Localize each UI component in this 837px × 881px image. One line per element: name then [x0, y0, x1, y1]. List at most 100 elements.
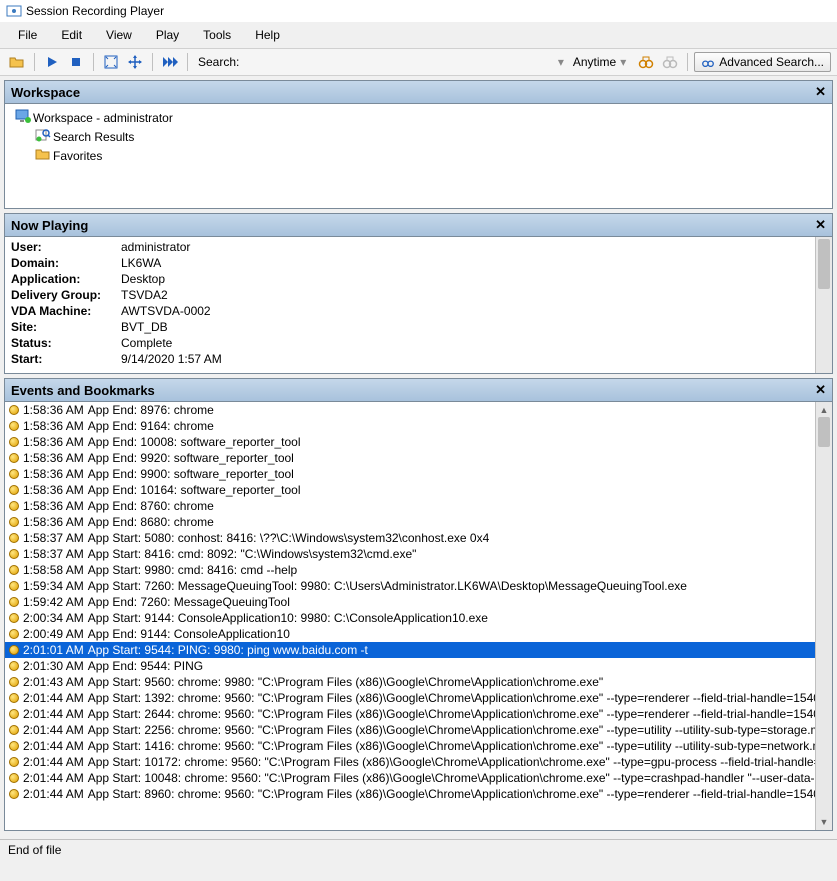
event-row[interactable]: 1:58:36 AM App End: 8760: chrome	[5, 498, 815, 514]
event-dot-icon	[9, 661, 19, 671]
event-desc: App Start: 9544: PING: 9980: ping www.ba…	[88, 643, 368, 657]
workspace-panel: Workspace ✕ Workspace - administratorSea…	[4, 80, 833, 209]
field-label: Delivery Group:	[11, 288, 121, 302]
field-value: TSVDA2	[121, 288, 168, 302]
workspace-title: Workspace	[11, 85, 80, 100]
event-row[interactable]: 2:01:44 AM App Start: 2644: chrome: 9560…	[5, 706, 815, 722]
menu-help[interactable]: Help	[243, 24, 292, 46]
event-row[interactable]: 2:01:30 AM App End: 9544: PING	[5, 658, 815, 674]
event-row[interactable]: 1:58:36 AM App End: 10008: software_repo…	[5, 434, 815, 450]
menubar: File Edit View Play Tools Help	[0, 22, 837, 49]
close-icon[interactable]: ✕	[815, 382, 826, 398]
fast-forward-button[interactable]	[159, 51, 181, 73]
event-row[interactable]: 1:58:36 AM App End: 9164: chrome	[5, 418, 815, 434]
advanced-search-button[interactable]: Advanced Search...	[694, 52, 831, 72]
event-time: 1:58:36 AM	[23, 435, 84, 449]
event-time: 2:01:44 AM	[23, 723, 84, 737]
search-input[interactable]	[245, 53, 555, 71]
field-label: Start:	[11, 352, 121, 366]
field-label: Application:	[11, 272, 121, 286]
play-button[interactable]	[41, 51, 63, 73]
stop-button[interactable]	[65, 51, 87, 73]
event-row[interactable]: 1:58:36 AM App End: 8680: chrome	[5, 514, 815, 530]
event-row[interactable]: 1:58:37 AM App Start: 5080: conhost: 841…	[5, 530, 815, 546]
event-time: 2:00:49 AM	[23, 627, 84, 641]
event-row[interactable]: 2:00:49 AM App End: 9144: ConsoleApplica…	[5, 626, 815, 642]
menu-file[interactable]: File	[6, 24, 49, 46]
arrows-button[interactable]	[124, 51, 146, 73]
event-desc: App End: 8976: chrome	[88, 403, 214, 417]
menu-tools[interactable]: Tools	[191, 24, 243, 46]
event-row[interactable]: 1:58:36 AM App End: 10164: software_repo…	[5, 482, 815, 498]
event-desc: App Start: 8416: cmd: 8092: "C:\Windows\…	[88, 547, 417, 561]
event-dot-icon	[9, 693, 19, 703]
event-desc: App End: 10008: software_reporter_tool	[88, 435, 301, 449]
anytime-dropdown[interactable]: Anytime ▾	[566, 52, 633, 72]
event-time: 1:59:42 AM	[23, 595, 84, 609]
event-desc: App Start: 1392: chrome: 9560: "C:\Progr…	[88, 691, 815, 705]
event-dot-icon	[9, 453, 19, 463]
event-row[interactable]: 1:59:42 AM App End: 7260: MessageQueuing…	[5, 594, 815, 610]
event-time: 1:58:36 AM	[23, 419, 84, 433]
event-row[interactable]: 1:58:37 AM App Start: 8416: cmd: 8092: "…	[5, 546, 815, 562]
event-desc: App Start: 5080: conhost: 8416: \??\C:\W…	[88, 531, 490, 545]
scrollbar[interactable]	[815, 237, 832, 373]
event-time: 1:58:36 AM	[23, 403, 84, 417]
event-dot-icon	[9, 613, 19, 623]
event-row[interactable]: 2:01:44 AM App Start: 2256: chrome: 9560…	[5, 722, 815, 738]
event-desc: App End: 9544: PING	[88, 659, 203, 673]
app-icon	[6, 3, 22, 19]
titlebar: Session Recording Player	[0, 0, 837, 22]
tree-item[interactable]: Search Results	[11, 127, 826, 146]
tree-item[interactable]: Favorites	[11, 146, 826, 165]
fit-button[interactable]	[100, 51, 122, 73]
event-row[interactable]: 2:01:44 AM App Start: 10172: chrome: 956…	[5, 754, 815, 770]
event-desc: App Start: 9560: chrome: 9980: "C:\Progr…	[88, 675, 603, 689]
field-value: LK6WA	[121, 256, 161, 270]
menu-view[interactable]: View	[94, 24, 144, 46]
field-value: 9/14/2020 1:57 AM	[121, 352, 222, 366]
event-row[interactable]: 1:58:36 AM App End: 9920: software_repor…	[5, 450, 815, 466]
event-row[interactable]: 2:01:44 AM App Start: 1416: chrome: 9560…	[5, 738, 815, 754]
event-row[interactable]: 1:58:36 AM App End: 9900: software_repor…	[5, 466, 815, 482]
menu-edit[interactable]: Edit	[49, 24, 94, 46]
event-time: 1:58:36 AM	[23, 467, 84, 481]
event-row[interactable]: 1:58:36 AM App End: 8976: chrome	[5, 402, 815, 418]
event-desc: App End: 9900: software_reporter_tool	[88, 467, 294, 481]
event-desc: App Start: 9980: cmd: 8416: cmd --help	[88, 563, 297, 577]
event-dot-icon	[9, 677, 19, 687]
close-icon[interactable]: ✕	[815, 217, 826, 233]
menu-play[interactable]: Play	[144, 24, 191, 46]
event-row[interactable]: 2:01:44 AM App Start: 10048: chrome: 956…	[5, 770, 815, 786]
event-row[interactable]: 2:01:44 AM App Start: 8960: chrome: 9560…	[5, 786, 815, 802]
event-dot-icon	[9, 645, 19, 655]
event-desc: App End: 7260: MessageQueuingTool	[88, 595, 290, 609]
event-row[interactable]: 2:00:34 AM App Start: 9144: ConsoleAppli…	[5, 610, 815, 626]
event-time: 2:01:44 AM	[23, 707, 84, 721]
event-desc: App Start: 2256: chrome: 9560: "C:\Progr…	[88, 723, 815, 737]
events-panel: Events and Bookmarks ✕ 1:58:36 AM App En…	[4, 378, 833, 831]
open-button[interactable]	[6, 51, 28, 73]
statusbar: End of file	[0, 839, 837, 860]
event-row[interactable]: 2:01:01 AM App Start: 9544: PING: 9980: …	[5, 642, 815, 658]
tree-item[interactable]: Workspace - administrator	[11, 108, 826, 127]
event-row[interactable]: 1:58:58 AM App Start: 9980: cmd: 8416: c…	[5, 562, 815, 578]
binoculars-icon[interactable]	[635, 51, 657, 73]
close-icon[interactable]: ✕	[815, 84, 826, 100]
event-desc: App End: 10164: software_reporter_tool	[88, 483, 301, 497]
event-row[interactable]: 2:01:44 AM App Start: 1392: chrome: 9560…	[5, 690, 815, 706]
scrollbar[interactable]: ▲ ▼	[815, 402, 832, 830]
status-text: End of file	[8, 843, 61, 857]
event-time: 2:00:34 AM	[23, 611, 84, 625]
event-row[interactable]: 1:59:34 AM App Start: 7260: MessageQueui…	[5, 578, 815, 594]
event-dot-icon	[9, 773, 19, 783]
event-dot-icon	[9, 565, 19, 575]
event-row[interactable]: 2:01:43 AM App Start: 9560: chrome: 9980…	[5, 674, 815, 690]
monitor-icon	[15, 109, 31, 126]
field-label: Status:	[11, 336, 121, 350]
event-dot-icon	[9, 437, 19, 447]
binoculars-disabled-icon	[659, 51, 681, 73]
field-label: User:	[11, 240, 121, 254]
event-desc: App Start: 1416: chrome: 9560: "C:\Progr…	[88, 739, 815, 753]
event-dot-icon	[9, 581, 19, 591]
